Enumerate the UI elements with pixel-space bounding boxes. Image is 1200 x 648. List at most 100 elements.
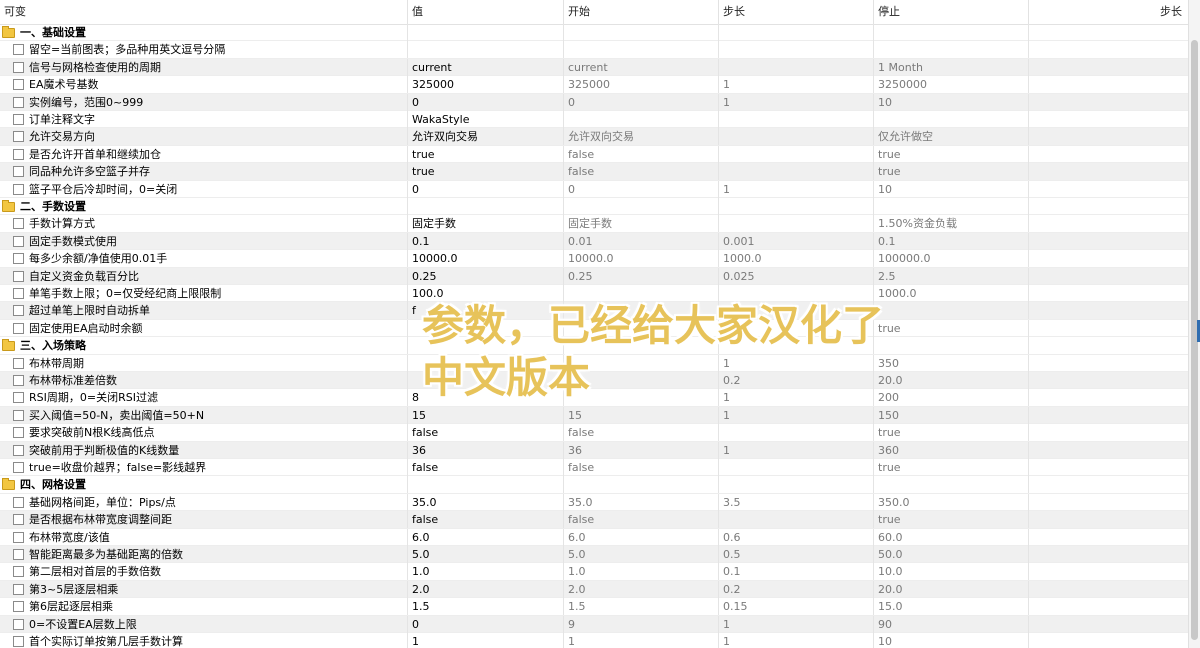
parameter-step[interactable]: 1 bbox=[719, 615, 874, 633]
parameter-step[interactable]: 3.5 bbox=[719, 493, 874, 511]
parameter-row[interactable]: 布林带宽度/该值 6.0 6.0 0.6 60.0 bbox=[0, 528, 1188, 546]
parameter-value[interactable]: 0 bbox=[408, 93, 564, 111]
parameter-stop[interactable] bbox=[874, 302, 1029, 320]
parameter-value[interactable] bbox=[408, 319, 564, 337]
parameter-start[interactable]: 允许双向交易 bbox=[564, 128, 719, 146]
parameter-stop[interactable]: 20.0 bbox=[874, 580, 1029, 598]
parameter-value[interactable]: 固定手数 bbox=[408, 215, 564, 233]
parameter-value[interactable]: 325000 bbox=[408, 76, 564, 94]
parameter-stop[interactable]: 10 bbox=[874, 93, 1029, 111]
parameter-row[interactable]: 0=不设置EA层数上限 0 9 1 90 bbox=[0, 615, 1188, 633]
parameter-start[interactable]: false bbox=[564, 163, 719, 181]
parameter-row[interactable]: 同品种允许多空篮子并存 true false true bbox=[0, 163, 1188, 181]
parameter-start[interactable]: 36 bbox=[564, 441, 719, 459]
parameter-start[interactable]: 9 bbox=[564, 615, 719, 633]
parameter-stop[interactable]: 3250000 bbox=[874, 76, 1029, 94]
group-row[interactable]: 三、入场策略 bbox=[0, 337, 1188, 355]
parameter-stop[interactable] bbox=[874, 41, 1029, 59]
parameter-value[interactable]: 0.25 bbox=[408, 267, 564, 285]
parameter-value[interactable] bbox=[408, 372, 564, 389]
parameter-value[interactable]: 0 bbox=[408, 615, 564, 633]
parameter-start[interactable] bbox=[564, 319, 719, 337]
parameter-row[interactable]: 实例编号，范围0~999 0 0 1 10 bbox=[0, 93, 1188, 111]
parameter-row[interactable]: 要求突破前N根K线高低点 false false true bbox=[0, 424, 1188, 442]
parameter-stop[interactable]: 10 bbox=[874, 633, 1029, 648]
parameter-stop[interactable]: 10.0 bbox=[874, 563, 1029, 581]
group-row[interactable]: 二、手数设置 bbox=[0, 198, 1188, 216]
column-header-start[interactable]: 开始 bbox=[564, 0, 719, 24]
parameter-stop[interactable]: 360 bbox=[874, 441, 1029, 459]
parameter-start[interactable]: 固定手数 bbox=[564, 215, 719, 233]
parameter-value[interactable]: false bbox=[408, 511, 564, 529]
parameter-start[interactable]: 0 bbox=[564, 180, 719, 198]
parameter-start[interactable]: 6.0 bbox=[564, 528, 719, 546]
parameter-stop[interactable]: 200 bbox=[874, 389, 1029, 407]
parameter-step[interactable] bbox=[719, 424, 874, 442]
parameter-stop[interactable]: true bbox=[874, 459, 1029, 476]
parameter-step[interactable]: 0.2 bbox=[719, 580, 874, 598]
parameter-start[interactable]: 2.0 bbox=[564, 580, 719, 598]
column-header-name[interactable]: 可变 bbox=[0, 0, 408, 24]
parameter-start[interactable]: false bbox=[564, 511, 719, 529]
parameter-row[interactable]: 单笔手数上限；0=仅受经纪商上限限制 100.0 1000.0 bbox=[0, 285, 1188, 303]
column-header-value[interactable]: 值 bbox=[408, 0, 564, 24]
parameter-row[interactable]: 手数计算方式 固定手数 固定手数 1.50%资金负载 bbox=[0, 215, 1188, 233]
parameter-start[interactable]: 5.0 bbox=[564, 546, 719, 563]
parameter-step[interactable]: 0.5 bbox=[719, 546, 874, 563]
parameter-stop[interactable]: true bbox=[874, 424, 1029, 442]
parameter-start[interactable]: 0.25 bbox=[564, 267, 719, 285]
parameter-row[interactable]: 信号与网格检查使用的周期 current current 1 Month bbox=[0, 58, 1188, 77]
parameter-value[interactable]: 6.0 bbox=[408, 528, 564, 546]
parameter-value[interactable]: 允许双向交易 bbox=[408, 128, 564, 146]
parameter-value[interactable]: true bbox=[408, 145, 564, 163]
parameter-value[interactable]: 100.0 bbox=[408, 285, 564, 302]
parameter-value[interactable]: 0.1 bbox=[408, 232, 564, 250]
parameter-value[interactable]: 10000.0 bbox=[408, 250, 564, 268]
parameter-start[interactable]: 35.0 bbox=[564, 493, 719, 511]
parameter-step[interactable] bbox=[719, 459, 874, 476]
parameter-value[interactable]: false bbox=[408, 459, 564, 476]
parameter-value[interactable]: false bbox=[408, 424, 564, 442]
parameter-row[interactable]: 固定使用EA启动时余额 true bbox=[0, 319, 1188, 338]
parameter-step[interactable] bbox=[719, 163, 874, 181]
parameter-start[interactable]: 1 bbox=[564, 633, 719, 648]
parameter-step[interactable] bbox=[719, 128, 874, 146]
parameter-step[interactable]: 0.1 bbox=[719, 563, 874, 581]
parameter-step[interactable]: 1 bbox=[719, 389, 874, 407]
parameter-stop[interactable]: 仅允许做空 bbox=[874, 128, 1029, 146]
parameter-row[interactable]: 超过单笔上限时自动拆单 f bbox=[0, 302, 1188, 320]
parameter-step[interactable] bbox=[719, 302, 874, 320]
parameter-value[interactable]: 15 bbox=[408, 406, 564, 424]
parameter-row[interactable]: 自定义资金负载百分比 0.25 0.25 0.025 2.5 bbox=[0, 267, 1188, 285]
parameter-start[interactable] bbox=[564, 302, 719, 320]
parameter-stop[interactable]: 1.50%资金负载 bbox=[874, 215, 1029, 233]
parameter-start[interactable]: false bbox=[564, 459, 719, 476]
parameter-stop[interactable] bbox=[874, 111, 1029, 128]
parameter-stop[interactable]: 350.0 bbox=[874, 493, 1029, 511]
parameter-start[interactable] bbox=[564, 41, 719, 59]
parameter-step[interactable] bbox=[719, 511, 874, 529]
parameter-stop[interactable]: true bbox=[874, 511, 1029, 529]
parameter-start[interactable]: false bbox=[564, 145, 719, 163]
parameter-row[interactable]: 买入阈值=50-N，卖出阈值=50+N 15 15 1 150 bbox=[0, 406, 1188, 425]
parameter-row[interactable]: 是否允许开首单和继续加仓 true false true bbox=[0, 145, 1188, 164]
parameter-row[interactable]: RSI周期，0=关闭RSI过滤 8 1 200 bbox=[0, 389, 1188, 407]
parameter-stop[interactable]: true bbox=[874, 319, 1029, 337]
parameter-value[interactable] bbox=[408, 354, 564, 372]
parameter-start[interactable] bbox=[564, 111, 719, 128]
parameter-row[interactable]: 固定手数模式使用 0.1 0.01 0.001 0.1 bbox=[0, 232, 1188, 251]
parameter-step[interactable] bbox=[719, 285, 874, 302]
parameter-start[interactable]: 1.0 bbox=[564, 563, 719, 581]
parameter-start[interactable]: 15 bbox=[564, 406, 719, 424]
parameter-row[interactable]: 篮子平仓后冷却时间，0=关闭 0 0 1 10 bbox=[0, 180, 1188, 198]
parameter-start[interactable]: 10000.0 bbox=[564, 250, 719, 268]
parameter-stop[interactable]: 90 bbox=[874, 615, 1029, 633]
parameter-row[interactable]: 布林带标准差倍数 0.2 20.0 bbox=[0, 372, 1188, 390]
parameter-stop[interactable]: 15.0 bbox=[874, 598, 1029, 616]
parameter-row[interactable]: 第二层相对首层的手数倍数 1.0 1.0 0.1 10.0 bbox=[0, 563, 1188, 581]
parameter-step[interactable]: 1 bbox=[719, 354, 874, 372]
parameter-step[interactable]: 1000.0 bbox=[719, 250, 874, 268]
parameter-step[interactable]: 0.001 bbox=[719, 232, 874, 250]
parameter-value[interactable]: WakaStyle bbox=[408, 111, 564, 128]
parameter-step[interactable] bbox=[719, 215, 874, 233]
